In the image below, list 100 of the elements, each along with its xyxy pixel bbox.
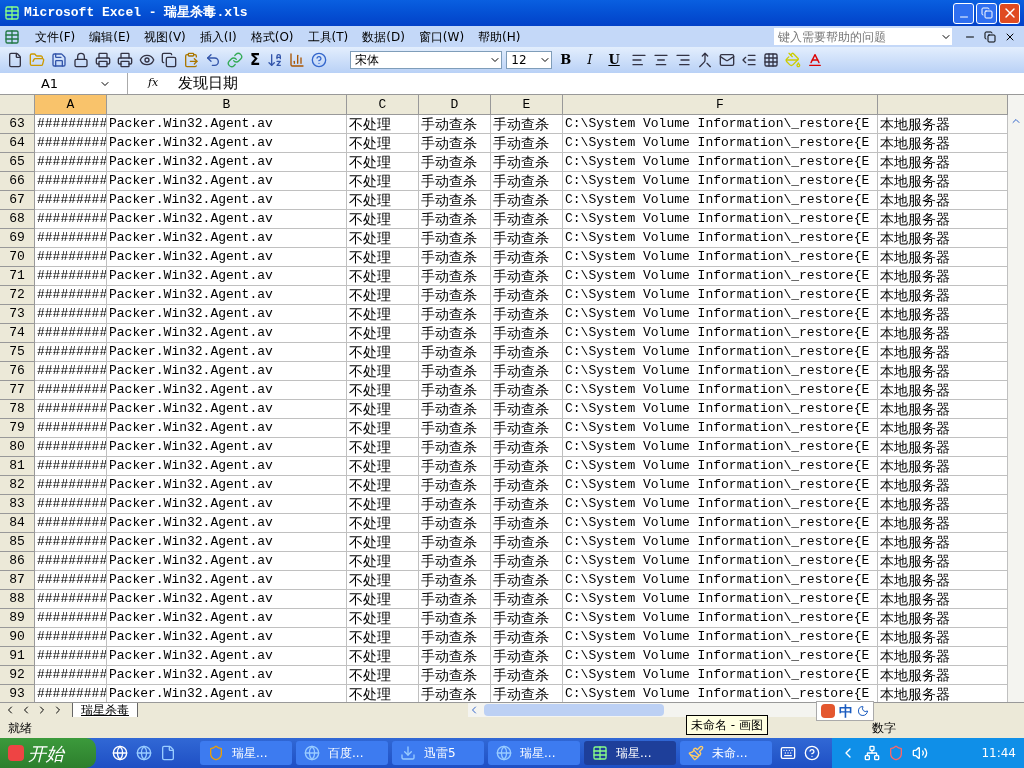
row-header[interactable]: 69 [0, 229, 35, 248]
row-header[interactable]: 78 [0, 400, 35, 419]
align-center-icon[interactable] [652, 52, 669, 68]
row-header[interactable]: 83 [0, 495, 35, 514]
menu-item[interactable]: 文件(F) [28, 27, 83, 46]
start-button[interactable]: 开始 [0, 738, 96, 768]
row-header[interactable]: 92 [0, 666, 35, 685]
row-header[interactable]: 85 [0, 533, 35, 552]
menu-item[interactable]: 编辑(E) [82, 27, 138, 46]
row-header[interactable]: 84 [0, 514, 35, 533]
ime-mode-label[interactable]: 中 [839, 700, 853, 722]
merge-icon[interactable] [696, 52, 713, 68]
minimize-button[interactable] [953, 2, 974, 24]
row-header[interactable]: 68 [0, 210, 35, 229]
align-left-icon[interactable] [630, 52, 647, 68]
menu-item[interactable]: 工具(T) [300, 27, 356, 46]
italic-button[interactable]: I [579, 50, 601, 70]
menu-item[interactable]: 插入(I) [192, 27, 244, 46]
sort-icon[interactable] [267, 52, 284, 68]
table-cell: 手动查杀 [491, 210, 563, 229]
keyboard-icon[interactable] [780, 745, 796, 761]
menu-item[interactable]: 数据(D) [355, 27, 412, 46]
taskbar-button[interactable]: 瑞星... [200, 741, 292, 765]
mail-icon[interactable] [718, 52, 735, 68]
column-header[interactable]: B [107, 95, 347, 115]
help-icon[interactable] [311, 52, 328, 68]
speaker-icon[interactable] [912, 745, 928, 761]
column-header[interactable]: A [35, 95, 107, 115]
lock-icon[interactable] [73, 52, 89, 68]
globe-icon[interactable] [136, 745, 152, 761]
printer-icon[interactable] [95, 52, 111, 68]
taskbar-button[interactable]: 迅雷5 [392, 741, 484, 765]
row-header[interactable]: 64 [0, 134, 35, 153]
row-header[interactable]: 70 [0, 248, 35, 267]
row-header[interactable]: 72 [0, 286, 35, 305]
taskbar-button[interactable]: 未命... [680, 741, 772, 765]
sum-button[interactable]: Σ [246, 48, 265, 72]
row-header[interactable]: 74 [0, 324, 35, 343]
row-header[interactable]: 65 [0, 153, 35, 172]
row-header[interactable]: 67 [0, 191, 35, 210]
spreadsheet-icon[interactable] [4, 28, 20, 45]
row-header[interactable]: 93 [0, 685, 35, 702]
row-header[interactable]: 77 [0, 381, 35, 400]
restore-icon[interactable] [984, 30, 996, 43]
fill-color-icon[interactable] [784, 52, 801, 68]
taskbar-button[interactable]: 瑞星... [488, 741, 580, 765]
document-icon[interactable] [160, 745, 176, 761]
column-header[interactable]: D [419, 95, 491, 115]
paste-icon[interactable] [183, 52, 199, 68]
undo-icon[interactable] [205, 52, 221, 68]
formula-field[interactable]: 发现日期 [178, 72, 1024, 95]
row-header[interactable]: 71 [0, 267, 35, 286]
font-size-select[interactable]: 12 [506, 51, 553, 69]
row-header[interactable]: 90 [0, 628, 35, 647]
ime-toolbar[interactable]: 中 [816, 701, 874, 721]
column-header[interactable]: F [563, 95, 878, 115]
table-cell: 手动查杀 [419, 286, 491, 305]
row-header[interactable]: 91 [0, 647, 35, 666]
menu-item[interactable]: 帮助(H) [471, 27, 528, 46]
row-header[interactable]: 76 [0, 362, 35, 381]
menu-item[interactable]: 窗口(W) [411, 27, 472, 46]
row-header[interactable]: 89 [0, 609, 35, 628]
sheet-tab[interactable]: 瑞星杀毒 [72, 703, 138, 717]
menu-item[interactable]: 格式(O) [243, 27, 301, 46]
row-header[interactable]: 63 [0, 115, 35, 134]
row-header[interactable]: 80 [0, 438, 35, 457]
row-header[interactable]: 82 [0, 476, 35, 495]
network-icon[interactable] [864, 745, 880, 761]
taskbar-button[interactable]: 瑞星... [584, 741, 676, 765]
column-header[interactable]: C [347, 95, 419, 115]
bold-button[interactable]: B [552, 50, 580, 70]
row-header[interactable]: 87 [0, 571, 35, 590]
help-search-field[interactable]: 键入需要帮助的问题 [774, 28, 952, 45]
column-header[interactable]: E [491, 95, 563, 115]
indent-icon[interactable] [740, 52, 757, 68]
chart-icon[interactable] [289, 52, 306, 68]
table-cell: 手动查杀 [419, 381, 491, 400]
table-cell: Packer.Win32.Agent.av [107, 286, 347, 305]
close-button[interactable] [999, 2, 1020, 24]
underline-button[interactable]: U [600, 50, 628, 70]
row-header[interactable]: 66 [0, 172, 35, 191]
row-header[interactable]: 88 [0, 590, 35, 609]
borders-icon[interactable] [762, 52, 779, 68]
printer-icon[interactable] [117, 52, 133, 68]
row-header[interactable]: 86 [0, 552, 35, 571]
save-icon[interactable] [51, 52, 67, 68]
align-right-icon[interactable] [674, 52, 691, 68]
copy-icon[interactable] [161, 52, 177, 68]
moon-icon[interactable] [857, 705, 869, 717]
taskbar-button[interactable]: 百度... [296, 741, 388, 765]
new-file-icon[interactable] [7, 52, 23, 68]
font-color-icon[interactable] [806, 52, 823, 68]
row-header[interactable]: 75 [0, 343, 35, 362]
row-header[interactable]: 79 [0, 419, 35, 438]
vertical-scrollbar[interactable] [1008, 95, 1024, 702]
menu-item[interactable]: 视图(V) [137, 27, 193, 46]
row-header[interactable]: 81 [0, 457, 35, 476]
restore-button[interactable] [976, 2, 997, 24]
font-select[interactable]: 宋体 [350, 51, 503, 69]
row-header[interactable]: 73 [0, 305, 35, 324]
